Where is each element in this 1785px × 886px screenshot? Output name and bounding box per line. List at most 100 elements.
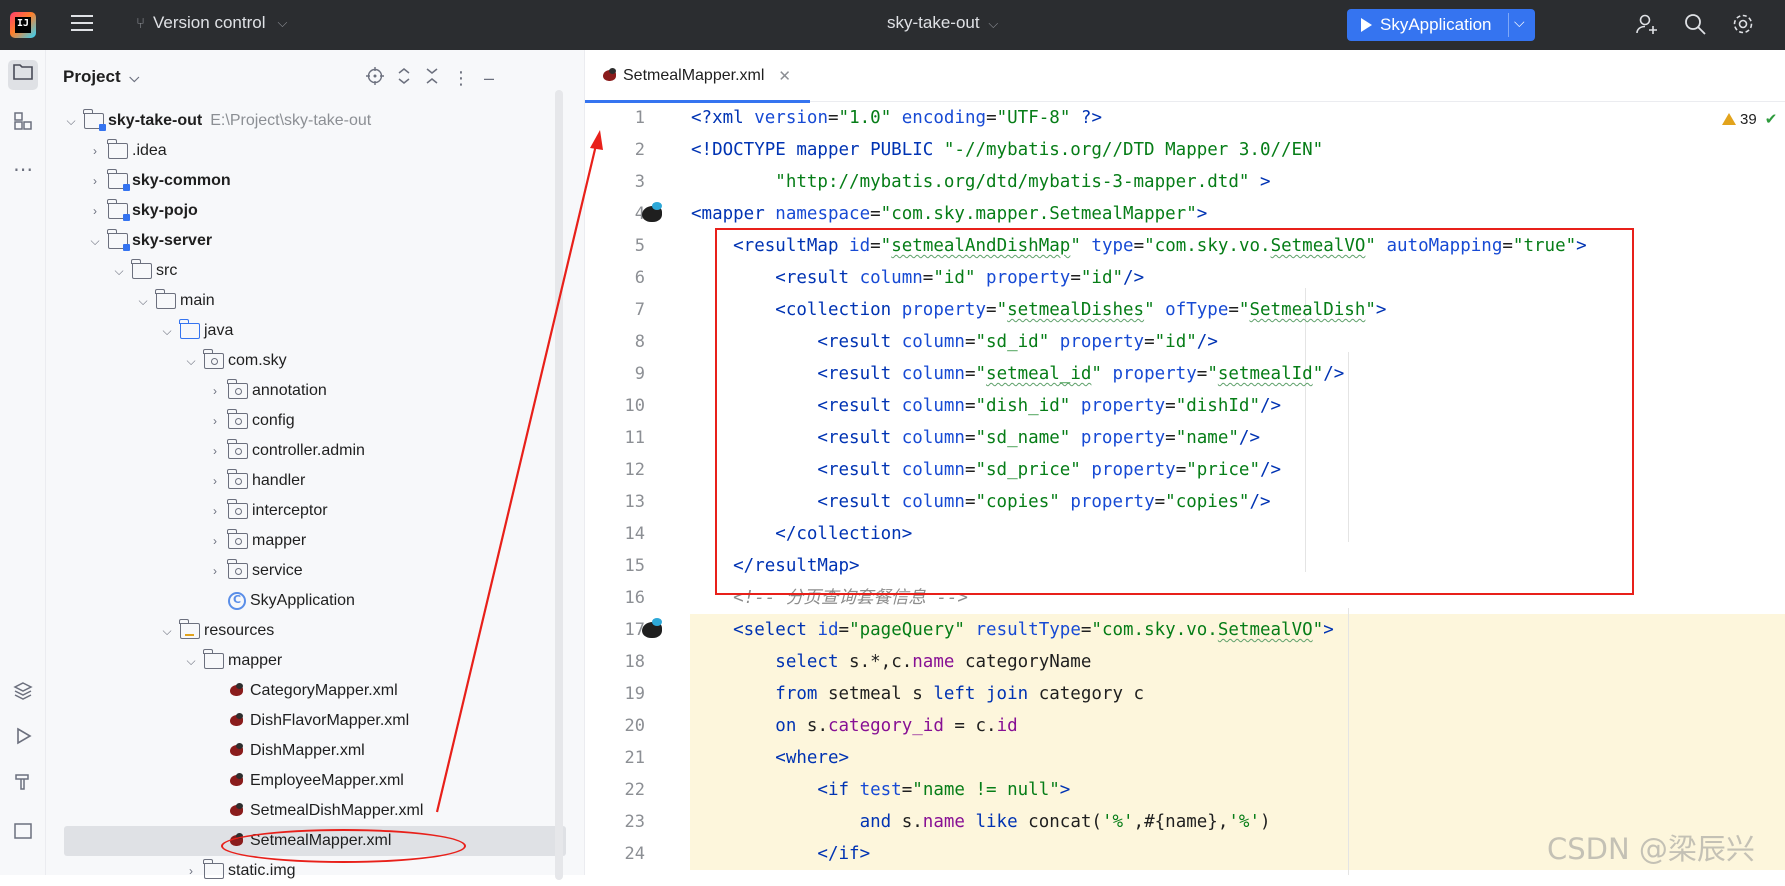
tree-item[interactable]: SetmealDishMapper.xml xyxy=(46,796,566,826)
tree-item[interactable]: › mapper xyxy=(46,526,566,556)
build-hammer-icon[interactable] xyxy=(8,770,38,800)
folder-icon xyxy=(203,649,224,669)
run-configuration-button[interactable]: SkyApplication ⌵ xyxy=(1347,9,1535,41)
chevron-down-icon[interactable]: ⌵ xyxy=(184,654,198,669)
tree-item[interactable]: ⌵ java xyxy=(46,316,566,346)
tree-item[interactable]: › .idea xyxy=(46,136,566,166)
folder-icon xyxy=(155,289,176,309)
project-panel-title[interactable]: Project ⌵ xyxy=(63,67,139,87)
close-tab-icon[interactable]: ✕ xyxy=(778,67,791,85)
mybatis-xml-icon xyxy=(228,743,246,759)
project-panel-header: Project ⌵ ⋮ – xyxy=(46,50,585,106)
tree-item-label: src xyxy=(156,262,178,279)
chevron-right-icon[interactable]: › xyxy=(88,144,102,158)
intellij-logo-icon[interactable]: IJ xyxy=(10,12,36,38)
code-line-1: <?xml version="1.0" encoding="UTF-8" ?> xyxy=(691,108,1102,128)
tree-item-label: handler xyxy=(252,472,306,489)
main-menu-icon[interactable] xyxy=(71,15,93,33)
tree-item[interactable]: ⌵ sky-server xyxy=(46,226,566,256)
tab-setmealmapper-xml[interactable]: SetmealMapper.xml ✕ xyxy=(585,50,810,103)
chevron-right-icon[interactable]: › xyxy=(208,444,222,458)
chevron-right-icon[interactable]: › xyxy=(208,504,222,518)
tree-item[interactable]: ⌵ src xyxy=(46,256,566,286)
search-icon[interactable] xyxy=(1682,12,1708,38)
run-icon[interactable] xyxy=(8,725,38,755)
mybatis-xml-icon xyxy=(228,683,246,699)
chevron-right-icon[interactable]: › xyxy=(208,414,222,428)
chevron-down-icon[interactable]: ⌵ xyxy=(112,264,126,279)
vertical-scrollbar[interactable] xyxy=(555,90,563,880)
project-panel: Project ⌵ ⋮ – ⌵ sky-take-out E:\Project\sk… xyxy=(46,50,585,880)
tree-item[interactable]: ⌵ mapper xyxy=(46,646,566,676)
tree-item-path: E:\Project\sky-take-out xyxy=(210,112,372,129)
chevron-right-icon[interactable]: › xyxy=(88,174,102,188)
project-name: sky-take-out xyxy=(887,13,980,32)
add-user-icon[interactable] xyxy=(1634,12,1660,38)
tree-item-label: interceptor xyxy=(252,502,328,519)
hide-panel-icon[interactable]: – xyxy=(478,67,500,89)
chevron-right-icon[interactable]: › xyxy=(208,534,222,548)
chevron-down-icon[interactable]: ⌵ xyxy=(160,324,174,339)
tree-item[interactable]: CategoryMapper.xml xyxy=(46,676,566,706)
tree-item[interactable]: › config xyxy=(46,406,566,436)
chevron-down-icon[interactable]: ⌵ xyxy=(184,354,198,369)
chevron-down-icon[interactable]: ⌵ xyxy=(64,114,78,129)
chevron-down-icon[interactable]: ⌵ xyxy=(1514,14,1525,31)
chevron-right-icon[interactable]: › xyxy=(208,384,222,398)
chevron-right-icon[interactable]: › xyxy=(208,564,222,578)
project-switcher[interactable]: sky-take-out ⌵ xyxy=(887,13,998,33)
tab-label: SetmealMapper.xml xyxy=(623,67,765,84)
more-tools-icon[interactable]: ⋯ xyxy=(8,155,38,185)
tree-item[interactable]: SkyApplication xyxy=(46,586,566,616)
folder-icon xyxy=(203,859,224,879)
folder-icon xyxy=(131,259,152,279)
tree-item[interactable]: ⌵ resources xyxy=(46,616,566,646)
tree-item[interactable]: › annotation xyxy=(46,376,566,406)
tree-item[interactable]: › interceptor xyxy=(46,496,566,526)
annotation-ellipse xyxy=(221,829,466,863)
tree-item[interactable]: DishFlavorMapper.xml xyxy=(46,706,566,736)
module-folder-icon xyxy=(107,199,130,221)
tool-window-strip: ⋯ xyxy=(0,50,46,875)
tree-item-label: EmployeeMapper.xml xyxy=(250,772,404,789)
chevron-down-icon: ⌵ xyxy=(277,15,288,30)
tree-item[interactable]: › controller.admin xyxy=(46,436,566,466)
tree-item[interactable]: EmployeeMapper.xml xyxy=(46,766,566,796)
expand-all-icon[interactable] xyxy=(393,67,415,89)
tree-item[interactable]: ⌵ main xyxy=(46,286,566,316)
tree-item[interactable]: › handler xyxy=(46,466,566,496)
resources-folder-icon xyxy=(179,619,200,639)
mybatis-xml-icon xyxy=(601,68,619,84)
structure-icon[interactable] xyxy=(8,110,38,140)
tree-item[interactable]: ⌵ com.sky xyxy=(46,346,566,376)
chevron-right-icon[interactable]: › xyxy=(184,864,198,878)
terminal-icon[interactable] xyxy=(8,820,38,850)
tree-item[interactable]: ⌵ sky-take-out E:\Project\sky-take-out xyxy=(46,106,566,136)
tree-item-label: java xyxy=(204,322,234,339)
chevron-down-icon[interactable]: ⌵ xyxy=(136,294,150,309)
tree-item[interactable]: › service xyxy=(46,556,566,586)
project-folder-icon[interactable] xyxy=(8,60,38,90)
module-folder-icon xyxy=(83,109,106,131)
chevron-right-icon[interactable]: › xyxy=(88,204,102,218)
settings-icon[interactable] xyxy=(1730,12,1756,38)
chevron-down-icon[interactable]: ⌵ xyxy=(88,234,102,249)
package-icon xyxy=(227,409,248,429)
collapse-all-icon[interactable] xyxy=(421,67,443,89)
code-line-24: </if> xyxy=(691,844,871,864)
locate-file-icon[interactable] xyxy=(364,67,386,89)
version-control-menu[interactable]: ⑂ Version control ⌵ xyxy=(136,13,287,33)
package-icon xyxy=(227,559,248,579)
tree-item[interactable]: › sky-pojo xyxy=(46,196,566,226)
mybatis-xml-icon xyxy=(228,803,246,819)
tree-item-label: sky-take-out xyxy=(108,112,203,129)
branch-icon: ⑂ xyxy=(136,14,146,32)
layers-icon[interactable] xyxy=(8,680,38,710)
package-icon xyxy=(203,349,224,369)
source-folder-icon xyxy=(179,319,200,339)
chevron-down-icon[interactable]: ⌵ xyxy=(160,624,174,639)
tree-item[interactable]: DishMapper.xml xyxy=(46,736,566,766)
tree-item[interactable]: › sky-common xyxy=(46,166,566,196)
options-kebab-icon[interactable]: ⋮ xyxy=(450,67,472,89)
chevron-right-icon[interactable]: › xyxy=(208,474,222,488)
